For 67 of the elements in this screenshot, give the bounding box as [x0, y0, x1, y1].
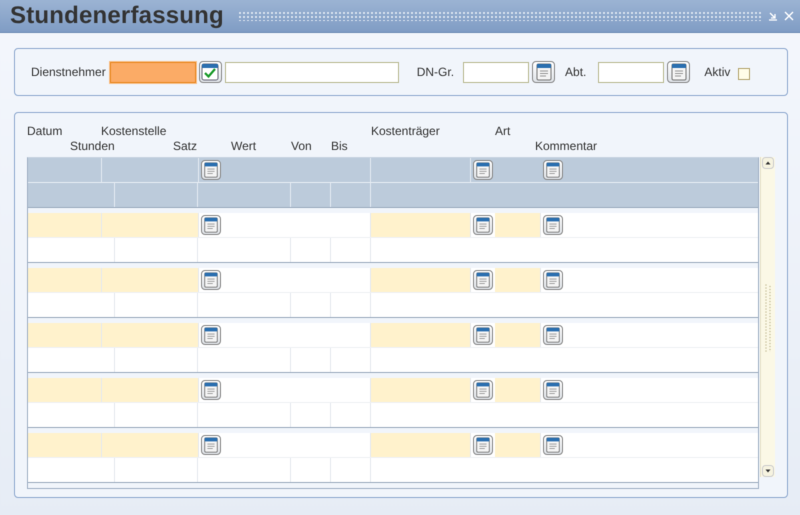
- column-header: Kostenträger: [371, 124, 441, 138]
- active-checkbox[interactable]: [738, 68, 750, 80]
- grid-input-field[interactable]: [371, 433, 471, 457]
- column-header: Kommentar: [535, 139, 598, 153]
- lookup-button[interactable]: [201, 435, 221, 455]
- column-header: Stunden: [70, 139, 116, 153]
- grid-input-field[interactable]: [28, 433, 102, 457]
- grid-input-field[interactable]: [371, 213, 471, 237]
- grid-input-field[interactable]: [28, 268, 102, 292]
- grid-input-field[interactable]: [102, 378, 199, 402]
- grid-input-field[interactable]: [495, 323, 541, 347]
- lookup-button[interactable]: [543, 380, 563, 400]
- confirm-button[interactable]: [198, 61, 222, 83]
- column-header: Bis: [331, 139, 349, 153]
- scroll-grip-icon[interactable]: [764, 282, 772, 352]
- grid-input-field[interactable]: [28, 378, 102, 402]
- grid-input-field[interactable]: [28, 323, 102, 347]
- grid-input-field[interactable]: [371, 378, 471, 402]
- employee-label: Dienstnehmer: [31, 65, 106, 79]
- lookup-button[interactable]: [473, 215, 493, 235]
- column-header: Satz: [173, 139, 198, 153]
- grid-input-field[interactable]: [495, 378, 541, 402]
- minimize-icon[interactable]: [768, 11, 778, 21]
- active-label: Aktiv: [704, 65, 730, 79]
- scrollbar[interactable]: [760, 157, 775, 477]
- lookup-button[interactable]: [543, 160, 563, 180]
- lookup-button[interactable]: [201, 160, 221, 180]
- lookup-button[interactable]: [473, 435, 493, 455]
- lookup-button[interactable]: [201, 380, 221, 400]
- window-title: Stundenerfassung: [10, 2, 224, 30]
- lookup-button[interactable]: [201, 325, 221, 345]
- grid-input-field[interactable]: [495, 433, 541, 457]
- grid-input-field[interactable]: [102, 323, 199, 347]
- lookup-button[interactable]: [473, 380, 493, 400]
- grid-input-field[interactable]: [102, 268, 199, 292]
- department-field[interactable]: [598, 62, 664, 82]
- lookup-button[interactable]: [201, 215, 221, 235]
- lookup-button[interactable]: [667, 61, 690, 83]
- grid-input-field[interactable]: [28, 213, 102, 237]
- scroll-up-icon[interactable]: [762, 157, 774, 169]
- employee-name-field[interactable]: [224, 62, 399, 82]
- lookup-button[interactable]: [473, 160, 493, 180]
- column-header: Datum: [27, 124, 64, 138]
- lookup-button[interactable]: [543, 435, 563, 455]
- grid-input-field[interactable]: [371, 268, 471, 292]
- column-header: Art: [495, 124, 512, 138]
- grid-input-field[interactable]: [495, 268, 541, 292]
- column-header: Von: [291, 139, 313, 153]
- column-header: Wert: [231, 139, 258, 153]
- lookup-button[interactable]: [473, 325, 493, 345]
- lookup-button[interactable]: [543, 270, 563, 290]
- grid-input-field[interactable]: [102, 433, 199, 457]
- scroll-down-icon[interactable]: [762, 465, 774, 477]
- lookup-button[interactable]: [201, 270, 221, 290]
- lookup-button[interactable]: [532, 61, 556, 83]
- grid-input-field[interactable]: [102, 213, 199, 237]
- lookup-button[interactable]: [543, 215, 563, 235]
- department-label: Abt.: [565, 65, 586, 79]
- column-header: Kostenstelle: [101, 124, 168, 138]
- close-icon[interactable]: [784, 11, 794, 21]
- employee-id-field[interactable]: [110, 62, 196, 82]
- group-field[interactable]: [463, 62, 530, 82]
- group-label: DN-Gr.: [416, 65, 454, 79]
- grid-input-field[interactable]: [495, 213, 541, 237]
- lookup-button[interactable]: [543, 325, 563, 345]
- lookup-button[interactable]: [473, 270, 493, 290]
- grid-input-field[interactable]: [371, 323, 471, 347]
